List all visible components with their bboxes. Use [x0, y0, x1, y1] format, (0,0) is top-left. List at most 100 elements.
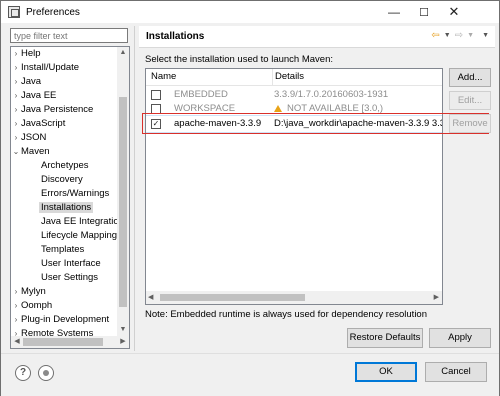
tree-item-discovery[interactable]: Discovery — [41, 173, 83, 187]
tree-item-label: User Interface — [41, 258, 101, 269]
tree-item-java-persistence[interactable]: › Java Persistence — [11, 103, 94, 117]
tree-item-label: Install/Update — [21, 62, 80, 73]
tree-item-installations[interactable]: Installations — [39, 201, 94, 215]
tree-item-label: Installations — [39, 202, 94, 213]
tree-item-label: Mylyn — [21, 286, 46, 297]
scrollbar-thumb[interactable] — [23, 338, 103, 346]
preference-tree-list: › Help › Install/Update › Java › Java EE › Ja… — [11, 47, 124, 339]
table-horizontal-scrollbar[interactable]: ◀ ▶ — [146, 291, 442, 304]
row-checkbox[interactable] — [151, 90, 161, 100]
tree-horizontal-scrollbar[interactable]: ◀ ▶ — [11, 336, 129, 348]
tree-item-lifecycle-mapping[interactable]: Lifecycle Mapping — [41, 229, 117, 243]
tree-item-label: Java — [21, 76, 42, 87]
scroll-up-icon[interactable]: ▲ — [117, 47, 129, 59]
cancel-button[interactable]: Cancel — [425, 362, 487, 382]
installations-table: Name Details EMBEDDED 3.3.9/1.7.0.201606… — [145, 68, 443, 305]
add-button[interactable]: Add... — [449, 68, 491, 87]
tree-item-json[interactable]: › JSON — [11, 131, 47, 145]
preferences-window: Preferences — ☐ ✕ ›Help ›Install/Update … — [0, 0, 500, 396]
view-menu-icon[interactable]: ▼ — [482, 32, 489, 39]
scroll-left-icon[interactable]: ◀ — [148, 291, 153, 304]
tree-item-label: Maven — [21, 146, 50, 157]
tree-item-java-ee[interactable]: › Java EE — [11, 89, 57, 103]
tree-item-user-interface[interactable]: User Interface — [41, 257, 101, 271]
page-header: Installations ⇦ ▼ ⇨ ▼ ▼ — [139, 26, 495, 48]
tree-item-templates[interactable]: Templates — [41, 243, 84, 257]
tree-item-javascript[interactable]: › JavaScript — [11, 117, 66, 131]
tree-item-label: User Settings — [41, 272, 99, 283]
column-divider[interactable] — [272, 69, 273, 86]
tree-item-label: Lifecycle Mapping — [41, 230, 118, 241]
help-icon[interactable]: ? — [15, 365, 31, 381]
preference-tree: › Help › Install/Update › Java › Java EE › Ja… — [10, 46, 130, 349]
tree-vertical-scrollbar[interactable]: ▲ ▼ — [117, 47, 129, 336]
scroll-right-icon[interactable]: ▶ — [434, 291, 439, 304]
tree-item-oomph[interactable]: › Oomph — [11, 299, 53, 313]
window-title: Preferences — [26, 6, 80, 18]
tree-item-plugin-development[interactable]: › Plug-in Development — [11, 313, 110, 327]
tree-item-label: JavaScript — [21, 118, 66, 129]
chevron-right-icon[interactable]: › — [11, 285, 21, 299]
tree-item-label: Oomph — [21, 300, 53, 311]
column-header-name[interactable]: Name — [151, 71, 176, 82]
column-header-details[interactable]: Details — [275, 71, 304, 82]
tree-item-label: Java EE Integration — [41, 216, 124, 227]
tree-item-label: Discovery — [41, 174, 83, 185]
page-title: Installations — [146, 31, 205, 42]
tree-item-install-update[interactable]: › Install/Update — [11, 61, 79, 75]
dialog-footer: ? OK Cancel — [1, 353, 499, 396]
preferences-app-icon — [8, 6, 20, 18]
close-button[interactable]: ✕ — [439, 1, 469, 23]
chevron-right-icon[interactable]: › — [11, 47, 21, 61]
tree-item-archetypes[interactable]: Archetypes — [41, 159, 89, 173]
ok-button[interactable]: OK — [355, 362, 417, 382]
annotation-highlight-box — [142, 113, 489, 134]
back-arrow-icon[interactable]: ⇦ — [431, 30, 439, 41]
tree-item-mylyn[interactable]: › Mylyn — [11, 285, 46, 299]
note-text: Note: Embedded runtime is always used fo… — [145, 309, 427, 320]
record-macro-icon[interactable] — [38, 365, 54, 381]
panel-divider[interactable] — [134, 26, 135, 351]
tree-item-help[interactable]: › Help — [11, 47, 41, 61]
chevron-right-icon[interactable]: › — [11, 75, 21, 89]
scroll-right-icon[interactable]: ▶ — [117, 336, 129, 348]
remove-button[interactable]: Remove — [449, 114, 491, 133]
warning-icon — [274, 105, 282, 112]
chevron-right-icon[interactable]: › — [11, 131, 21, 145]
page-navigation: ⇦ ▼ ⇨ ▼ ▼ — [431, 30, 489, 41]
chevron-right-icon[interactable]: › — [11, 89, 21, 103]
tree-item-errors-warnings[interactable]: Errors/Warnings — [41, 187, 109, 201]
chevron-right-icon[interactable]: › — [11, 103, 21, 117]
chevron-right-icon[interactable]: › — [11, 313, 21, 327]
tree-item-java-ee-integration[interactable]: Java EE Integration — [41, 215, 124, 229]
chevron-right-icon[interactable]: › — [11, 61, 21, 75]
tree-item-label: Errors/Warnings — [41, 188, 110, 199]
chevron-down-icon[interactable]: ⌄ — [11, 145, 21, 159]
forward-dropdown-icon[interactable]: ▼ — [467, 32, 474, 39]
title-bar: Preferences — ☐ ✕ — [1, 1, 499, 23]
edit-button[interactable]: Edit... — [449, 91, 491, 110]
chevron-right-icon[interactable]: › — [11, 117, 21, 131]
tree-item-label: Help — [21, 48, 41, 59]
chevron-right-icon[interactable]: › — [11, 299, 21, 313]
restore-defaults-button[interactable]: Restore Defaults — [347, 328, 423, 348]
scrollbar-thumb[interactable] — [119, 97, 127, 307]
table-header: Name Details — [146, 69, 442, 86]
maximize-button[interactable]: ☐ — [409, 1, 439, 23]
row-details: 3.3.9/1.7.0.20160603-1931 — [274, 89, 389, 100]
back-dropdown-icon[interactable]: ▼ — [444, 32, 451, 39]
tree-item-maven[interactable]: ⌄ Maven — [11, 145, 50, 159]
apply-button[interactable]: Apply — [429, 328, 491, 348]
scrollbar-thumb[interactable] — [160, 294, 305, 301]
tree-item-label: Java EE — [21, 90, 57, 101]
scroll-down-icon[interactable]: ▼ — [117, 324, 129, 336]
instruction-text: Select the installation used to launch M… — [145, 54, 334, 65]
minimize-button[interactable]: — — [379, 1, 409, 23]
tree-item-java[interactable]: › Java — [11, 75, 41, 89]
scroll-left-icon[interactable]: ◀ — [11, 336, 23, 348]
tree-item-user-settings[interactable]: User Settings — [41, 271, 98, 285]
tree-item-label: Java Persistence — [21, 104, 94, 115]
tree-item-label: JSON — [21, 132, 47, 143]
forward-arrow-icon[interactable]: ⇨ — [455, 30, 463, 41]
filter-input[interactable] — [10, 28, 128, 43]
